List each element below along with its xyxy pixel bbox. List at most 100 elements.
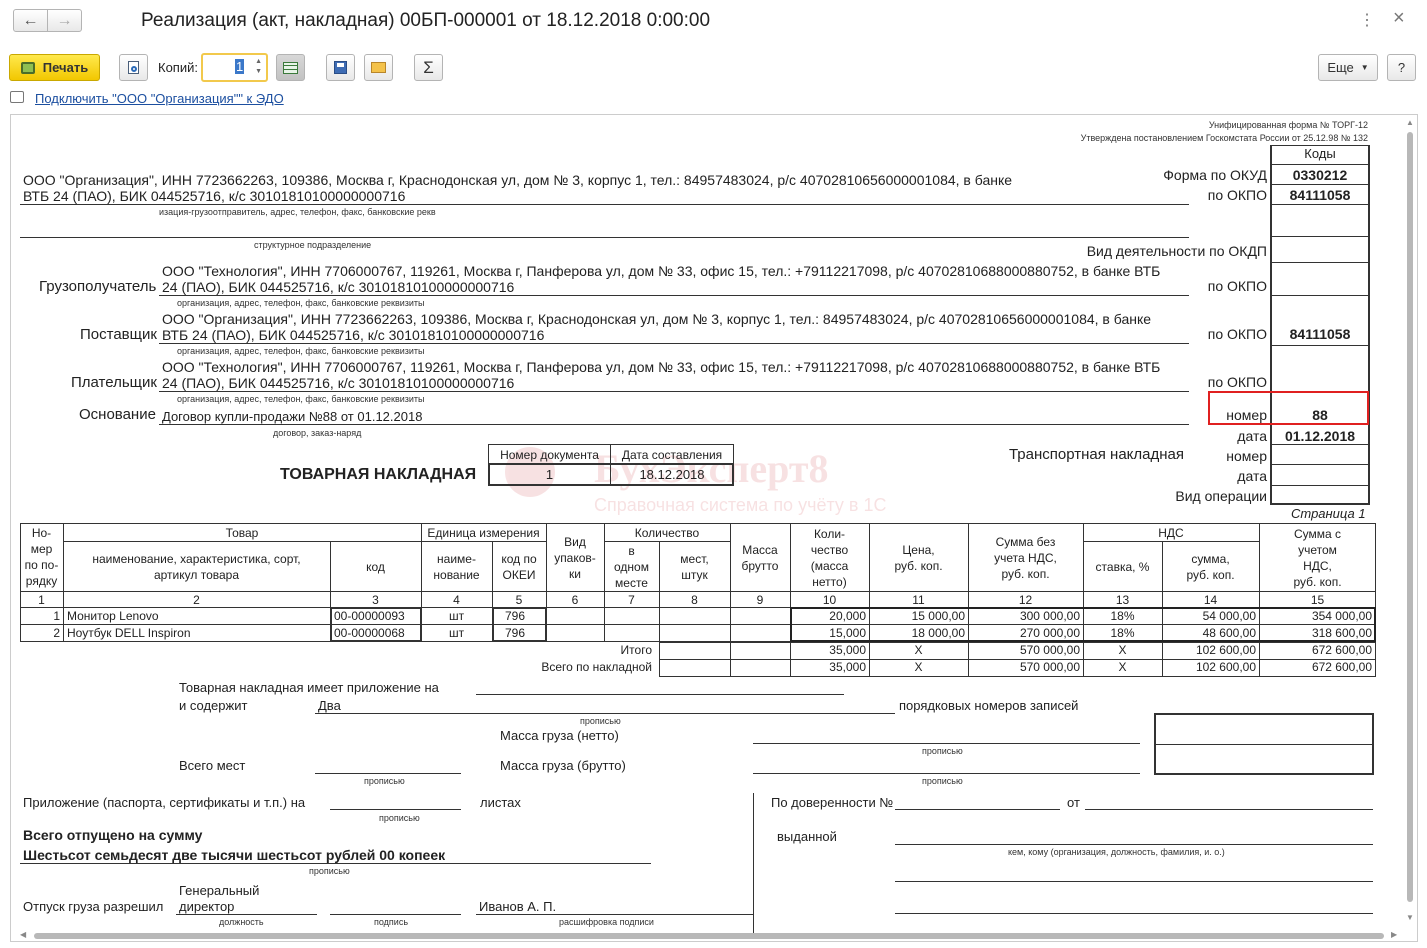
col-number: 9: [756, 593, 764, 607]
back-button[interactable]: ←: [13, 9, 48, 32]
consignee-line2: 24 (ПАО), БИК 044525716, к/с 30101810100…: [162, 279, 515, 295]
row2-total: 318 600,00: [1311, 626, 1372, 640]
row2-okei: 796: [505, 626, 526, 640]
settings-button[interactable]: [276, 54, 305, 81]
arrow-left-icon: ←: [22, 11, 39, 29]
sum-button[interactable]: Σ: [414, 54, 443, 81]
row1-okei: 796: [505, 609, 526, 623]
release-name: Иванов А. П.: [479, 899, 557, 914]
vertical-scrollbar[interactable]: ▲ ▼: [1405, 118, 1415, 928]
org-line1: ООО "Организация", ИНН 7723662263, 10938…: [23, 172, 1013, 188]
col-number: 15: [1310, 593, 1325, 607]
col-number: 13: [1115, 593, 1130, 607]
transport-label: Транспортная накладная: [1008, 446, 1184, 463]
col-number: 10: [822, 593, 837, 607]
basis-number: 88: [1312, 407, 1328, 423]
row2-code: 00-00000068: [334, 626, 405, 640]
preview-button[interactable]: [119, 54, 148, 81]
vertical-scroll-thumb[interactable]: [1407, 132, 1413, 902]
itogo-label: Итого: [620, 643, 652, 657]
row2-unit: шт: [448, 626, 465, 640]
magnifier-icon: [128, 61, 139, 74]
sigma-icon: Σ: [423, 57, 434, 77]
col-number: 5: [515, 593, 523, 607]
scroll-up-icon[interactable]: ▲: [1406, 118, 1414, 127]
row2-name: Ноутбук DELL Inspiron: [67, 626, 191, 640]
form-approved: Утверждена постановлением Госкомстата Ро…: [1080, 133, 1368, 143]
window-title: Реализация (акт, накладная) 00БП-000001 …: [141, 10, 711, 31]
document-sheet: БухЭксперт8 Справочная система по учёту …: [11, 115, 1417, 941]
basis-value: Договор купли-продажи №88 от 01.12.2018: [162, 409, 423, 424]
consignee-line1: ООО "Технология", ИНН 7706000767, 119261…: [162, 263, 1161, 279]
row1-name: Монитор Lenovo: [67, 609, 159, 623]
copies-label: Копий:: [158, 60, 198, 75]
vsego-label: Всего по накладной: [541, 660, 652, 674]
arrow-right-icon: →: [56, 11, 73, 29]
save-button[interactable]: [326, 54, 355, 81]
page-number: Страница 1: [1291, 506, 1366, 521]
total-in-words: Шестьсот семьдесят две тысячи шестьсот р…: [23, 847, 446, 863]
copies-input[interactable]: 1 ▲ ▼: [201, 53, 268, 82]
supplier-line2: ВТБ 24 (ПАО), БИК 044525716, к/с 3010181…: [162, 327, 545, 343]
envelope-icon: [371, 62, 386, 73]
codes-header: Коды: [1304, 146, 1336, 161]
row1-code: 00-00000093: [334, 609, 405, 623]
email-button[interactable]: [364, 54, 393, 81]
okud-code: 0330212: [1292, 167, 1348, 183]
row2-number: 2: [53, 626, 60, 640]
stepper-icon[interactable]: ▲ ▼: [255, 57, 262, 77]
doc-date: 18.12.2018: [639, 467, 705, 482]
row1-rate: 18%: [1110, 609, 1135, 623]
row1-vat: 54 000,00: [1202, 609, 1256, 623]
row1-sum: 300 000,00: [1019, 609, 1080, 623]
release-position: Генеральный: [179, 883, 260, 898]
row2-vat: 48 600,00: [1202, 626, 1256, 640]
document-area: БухЭксперт8 Справочная система по учёту …: [10, 114, 1418, 942]
col-number: 2: [193, 593, 200, 607]
row1-price: 15 000,00: [911, 609, 965, 623]
row1-qty: 20,000: [829, 609, 866, 623]
doc-title: ТОВАРНАЯ НАКЛАДНАЯ: [280, 466, 477, 483]
col-number: 4: [453, 593, 460, 607]
scroll-right-icon[interactable]: ▶: [1391, 930, 1397, 939]
horizontal-scrollbar[interactable]: ◀ ▶: [20, 930, 1400, 940]
supplier-line1: ООО "Организация", ИНН 7723662263, 10938…: [162, 311, 1152, 327]
okpo-code: 84111058: [1289, 187, 1351, 203]
payer-line1: ООО "Технология", ИНН 7706000767, 119261…: [162, 359, 1161, 375]
org-line2: ВТБ 24 (ПАО), БИК 044525716, к/с 3010181…: [23, 188, 406, 204]
scroll-left-icon[interactable]: ◀: [20, 930, 26, 939]
supplier-okpo-code: 84111058: [1289, 326, 1351, 342]
edit-table-icon: [283, 61, 298, 74]
more-button[interactable]: Еще ▼: [1318, 54, 1378, 81]
basis-date: 01.12.2018: [1284, 428, 1356, 444]
form-title: Унифицированная форма № ТОРГ-12: [1208, 120, 1368, 130]
col-number: 14: [1203, 593, 1218, 607]
forward-button[interactable]: →: [47, 9, 82, 32]
col-no-header: Но-мер по по-рядку: [24, 526, 59, 588]
col-number: 8: [691, 593, 698, 607]
help-button[interactable]: ?: [1387, 54, 1416, 81]
row1-unit: шт: [448, 609, 465, 623]
floppy-icon: [334, 61, 347, 74]
col-number: 12: [1018, 593, 1033, 607]
row1-total: 354 000,00: [1311, 609, 1372, 623]
printer-icon: [20, 61, 35, 74]
edo-icon: [10, 91, 24, 103]
horizontal-scroll-thumb[interactable]: [34, 933, 1384, 939]
col-number: 3: [372, 593, 379, 607]
row2-rate: 18%: [1110, 626, 1135, 640]
row2-price: 18 000,00: [911, 626, 965, 640]
edo-link[interactable]: Подключить "ООО "Организация"" к ЭДО: [35, 91, 284, 106]
print-button[interactable]: Печать: [9, 54, 100, 81]
payer-line2: 24 (ПАО), БИК 044525716, к/с 30101810100…: [162, 375, 515, 391]
col-number: 11: [912, 593, 925, 607]
row1-number: 1: [53, 609, 60, 623]
more-actions-icon[interactable]: ⋮: [1359, 10, 1375, 30]
scroll-down-icon[interactable]: ▼: [1406, 913, 1414, 922]
col-number: 1: [38, 593, 45, 607]
chevron-down-icon: ▼: [1360, 63, 1369, 72]
row2-sum: 270 000,00: [1019, 626, 1080, 640]
attach-value: Два: [318, 698, 341, 713]
row2-qty: 15,000: [829, 626, 866, 640]
close-icon[interactable]: ×: [1393, 7, 1405, 30]
